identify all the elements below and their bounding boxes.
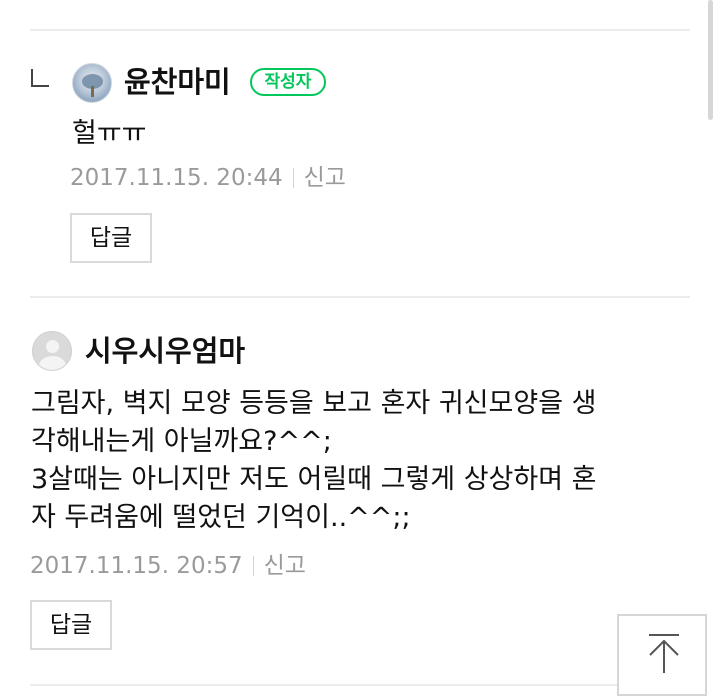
comment-date: 2017.11.15. 20:44 [70,165,283,191]
report-link[interactable]: 신고 [304,165,346,191]
top-divider [30,29,690,31]
reply-button[interactable]: 답글 [30,600,112,650]
avatar[interactable] [32,331,72,371]
comment-meta: 2017.11.15. 20:44 신고 [70,163,346,193]
comment-meta: 2017.11.15. 20:57 신고 [30,551,306,581]
meta-separator [252,556,254,576]
comment-text: 그림자, 벽지 모양 등등을 보고 혼자 귀신모양을 생 각해내는게 아닐까요?… [31,388,597,533]
scroll-to-top-button[interactable] [617,614,707,696]
user-silhouette-icon [46,340,59,353]
reply-button[interactable]: 답글 [70,213,152,263]
comment-nickname[interactable]: 시우시우엄마 [85,333,245,369]
comment-nickname[interactable]: 윤찬마미 [124,64,231,100]
meta-separator [292,168,294,188]
comment-date: 2017.11.15. 20:57 [30,553,243,579]
comment-divider [30,684,690,686]
comment-text: 헐ㅠㅠ [72,118,147,149]
comment-divider [30,296,690,298]
scrollbar[interactable] [708,0,713,120]
arrow-up-icon [649,634,679,673]
reply-indent-icon [31,69,49,87]
author-badge: 작성자 [250,68,326,96]
avatar[interactable] [72,63,112,103]
report-link[interactable]: 신고 [264,553,306,579]
